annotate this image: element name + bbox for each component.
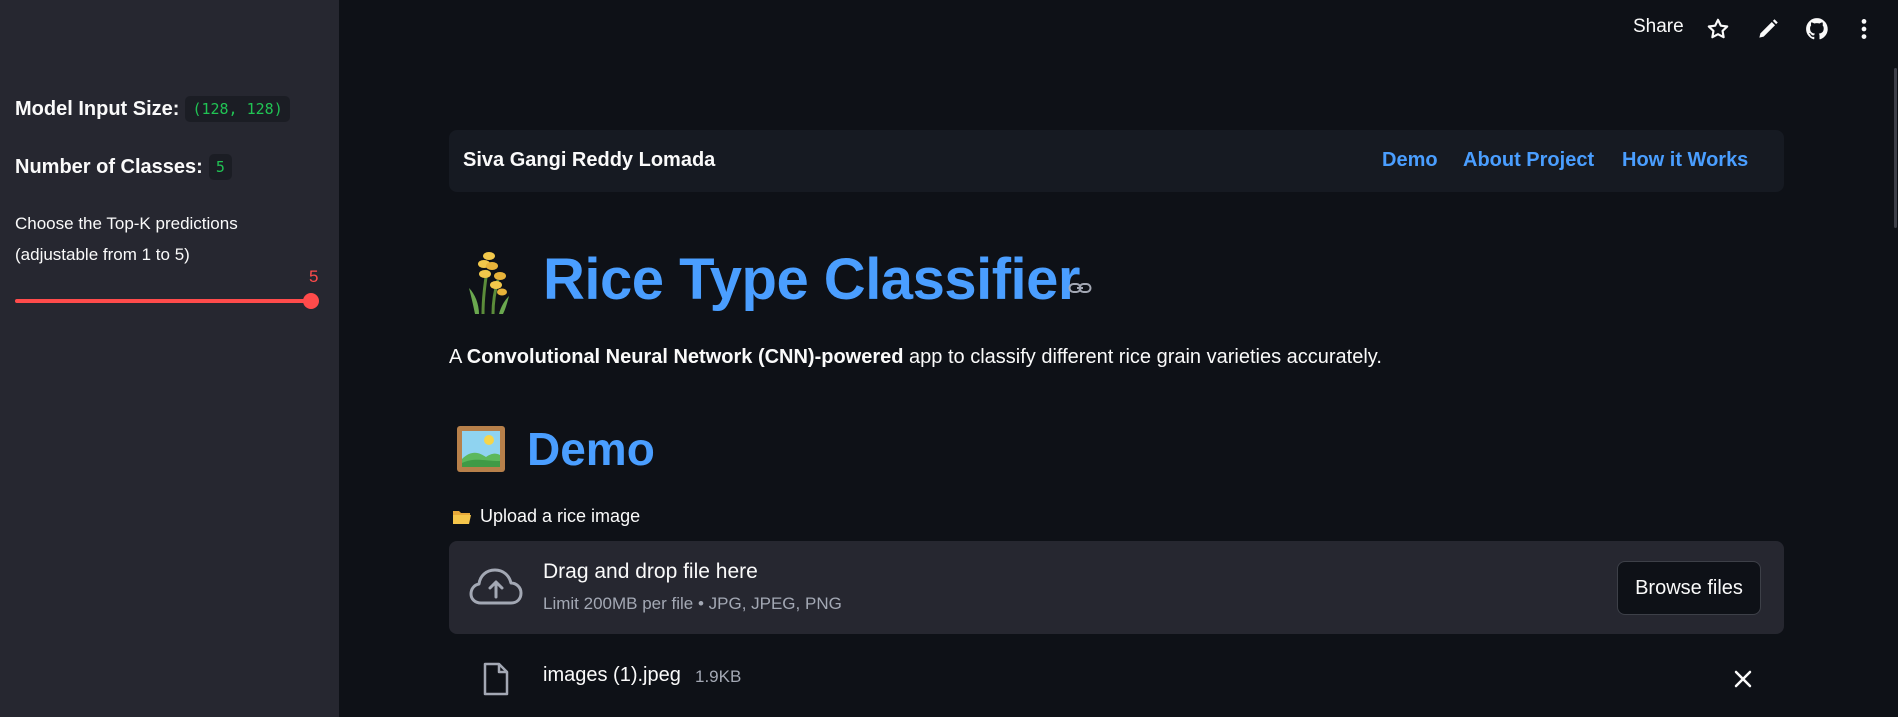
top-k-slider-label-line1: Choose the Top-K predictions (15, 214, 238, 233)
nav-link-demo[interactable]: Demo (1382, 149, 1438, 172)
app-description: A Convolutional Neural Network (CNN)-pow… (449, 346, 1382, 369)
page-title: Rice Type Classifier (543, 247, 1080, 312)
uploader-label-text: Upload a rice image (480, 506, 641, 526)
open-folder-icon (453, 510, 471, 524)
nav-link-how-it-works[interactable]: How it Works (1622, 149, 1748, 172)
uploader-label: Upload a rice image (452, 506, 640, 527)
rice-plant-icon (469, 252, 509, 315)
model-input-size-row: Model Input Size: (128, 128) (15, 96, 290, 122)
top-k-slider-label: Choose the Top-K predictions (adjustable… (15, 208, 315, 270)
number-of-classes-label: Number of Classes: (15, 155, 203, 178)
top-nav-card: Siva Gangi Reddy Lomada Demo About Proje… (449, 130, 1784, 192)
description-bold: Convolutional Neural Network (CNN)-power… (466, 346, 904, 368)
uploaded-file-name: images (1).jpeg (543, 664, 681, 686)
number-of-classes-value: 5 (208, 154, 232, 180)
top-k-slider-thumb[interactable] (303, 293, 319, 309)
uploaded-file-size: 1.9KB (695, 667, 742, 686)
author-name: Siva Gangi Reddy Lomada (463, 149, 716, 171)
nav-link-about-project[interactable]: About Project (1463, 149, 1594, 172)
browse-files-button[interactable]: Browse files (1617, 561, 1761, 615)
main-scrollbar[interactable] (1894, 68, 1897, 228)
top-k-slider-value: 5 (309, 267, 319, 286)
star-icon[interactable] (1705, 16, 1731, 42)
model-input-size-value: (128, 128) (185, 96, 290, 122)
dropzone-title: Drag and drop file here (543, 560, 758, 583)
description-suffix: app to classify different rice grain var… (903, 346, 1382, 368)
top-k-slider[interactable] (15, 293, 319, 309)
demo-heading: Demo (527, 423, 655, 475)
description-prefix: A (449, 346, 467, 368)
share-button[interactable]: Share (1633, 16, 1684, 38)
file-dropzone[interactable]: Drag and drop file here Limit 200MB per … (449, 541, 1784, 634)
cloud-upload-icon (469, 568, 523, 605)
more-vert-icon[interactable] (1851, 16, 1877, 42)
uploaded-file-row: images (1).jpeg 1.9KB (449, 652, 1784, 702)
sidebar: Model Input Size: (128, 128) Number of C… (0, 0, 339, 717)
file-icon (483, 662, 509, 696)
github-icon[interactable] (1804, 16, 1830, 42)
dropzone-limit-text: Limit 200MB per file • JPG, JPEG, PNG (543, 594, 842, 613)
anchor-link-icon[interactable] (1068, 278, 1092, 298)
number-of-classes-row: Number of Classes: 5 (15, 154, 232, 180)
top-k-slider-label-line2: (adjustable from 1 to 5) (15, 245, 190, 264)
top-k-slider-fill (15, 299, 311, 303)
remove-file-close-icon[interactable] (1732, 668, 1754, 690)
model-input-size-label: Model Input Size: (15, 97, 180, 120)
app-root: Model Input Size: (128, 128) Number of C… (0, 0, 1898, 717)
framed-picture-icon (457, 426, 505, 472)
pencil-icon[interactable] (1755, 16, 1781, 42)
